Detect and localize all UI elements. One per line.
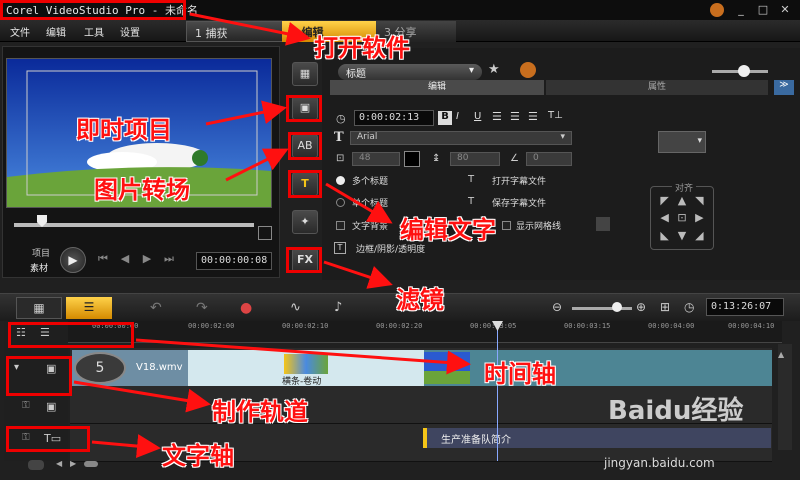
annotation-instant-project: 即时项目 — [76, 116, 172, 144]
annotation-text-axis: 文字轴 — [162, 442, 234, 470]
baidu-watermark: Baidu经验 — [608, 396, 744, 426]
annotation-open-software: 打开软件 — [314, 34, 410, 62]
annotation-filter: 滤镜 — [396, 286, 444, 314]
annotation-production-track: 制作轨道 — [212, 398, 308, 426]
annotation-timeline-axis: 时间轴 — [484, 360, 556, 388]
annotation-transition: 图片转场 — [94, 176, 190, 204]
watermark-url: jingyan.baidu.com — [604, 456, 715, 470]
annotation-edit-text: 编辑文字 — [400, 216, 496, 244]
